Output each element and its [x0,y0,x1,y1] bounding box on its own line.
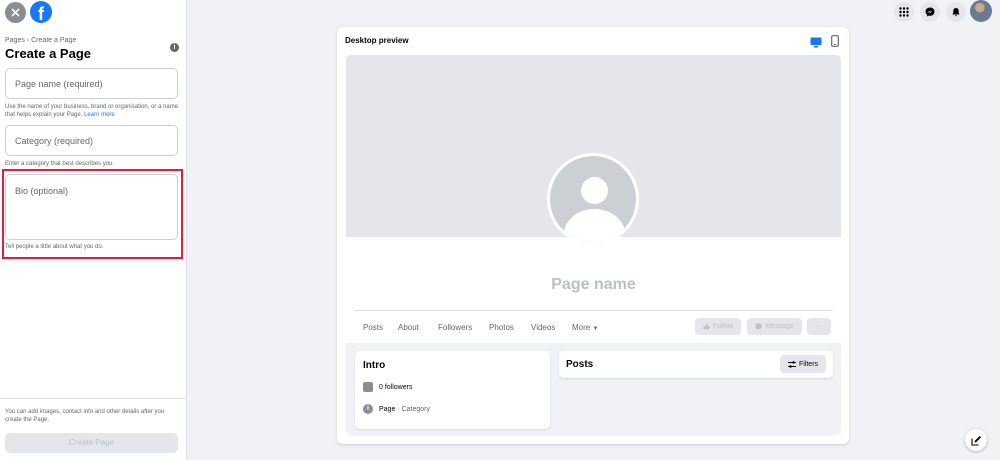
divider [354,310,833,311]
learn-more-link[interactable]: Learn more [84,112,115,118]
apps-grid-icon[interactable] [894,2,914,22]
create-page-sidebar: f Pages › Create a Page Create a Page i … [0,0,187,460]
follow-button[interactable]: Follow [695,318,741,335]
page-title: Create a Page [5,46,91,61]
tab-about[interactable]: About [398,323,419,332]
filters-button[interactable]: Filters [780,355,826,373]
category-input[interactable]: Category (required) [5,125,178,156]
footer-note: You can add images, contact info and oth… [5,409,165,423]
facebook-logo[interactable]: f [30,1,52,23]
posts-title: Posts [566,359,594,370]
edit-icon[interactable] [965,429,987,451]
intro-title: Intro [363,360,386,371]
followers-icon [363,382,373,392]
message-label: Message [765,323,794,330]
messenger-icon[interactable] [920,2,940,22]
tab-posts[interactable]: Posts [363,323,383,332]
account-avatar[interactable] [970,0,992,22]
tab-more-label: More [572,323,591,332]
followers-count: 0 followers [379,383,413,391]
info-icon[interactable]: i [170,43,179,52]
desktop-icon[interactable] [810,35,822,53]
tab-more[interactable]: More ▼ [572,323,598,332]
page-category: · Category [397,405,430,413]
breadcrumb: Pages › Create a Page [5,37,77,44]
posts-card: Posts Filters [559,351,833,378]
divider [0,398,187,399]
create-page-button[interactable]: Create Page [5,433,178,453]
filters-label: Filters [798,360,819,368]
filters-icon [787,360,796,368]
page-name-help: Use the name of your business, brand or … [5,103,180,119]
category-help: Enter a category that best describes you… [5,161,115,167]
close-icon[interactable] [5,2,26,23]
more-actions-button[interactable]: ··· [807,318,831,335]
page-preview: Page name Posts About Followers Photos V… [346,55,841,436]
notifications-icon[interactable] [946,2,966,22]
like-icon [703,323,710,330]
preview-title: Desktop preview [345,36,409,45]
preview-card: Desktop preview Page name Posts About Fo… [337,27,849,444]
message-button[interactable]: Message [747,318,802,335]
follow-label: Follow [712,323,734,330]
tab-photos[interactable]: Photos [489,323,514,332]
page-name-input[interactable]: Page name (required) [5,68,178,99]
page-category-row: i Page · Category [363,404,430,414]
preview-page-name: Page name [551,276,636,293]
page-type: Page [379,405,396,413]
tab-followers[interactable]: Followers [438,323,472,332]
mobile-icon[interactable] [831,34,839,52]
intro-card: Intro 0 followers i Page · Category [355,351,550,429]
info-icon: i [363,404,373,414]
caret-down-icon: ▼ [592,326,599,332]
tab-videos[interactable]: Videos [531,323,555,332]
messenger-icon [755,323,762,330]
bio-highlight-box [2,169,183,259]
profile-picture [547,153,639,245]
followers-row: 0 followers [363,382,412,392]
